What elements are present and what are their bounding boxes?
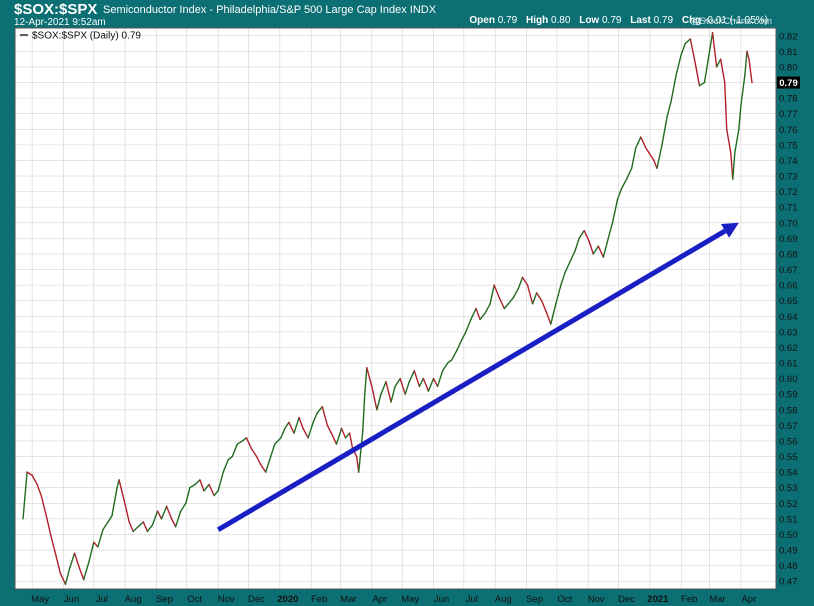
y-tick-label: 0.70 [779, 218, 798, 229]
legend: $SOX:$SPX (Daily) 0.79 [20, 31, 141, 42]
y-tick-label: 0.72 [779, 187, 798, 198]
current-value-label: 0.79 [779, 78, 798, 89]
y-tick-label: 0.61 [779, 359, 798, 370]
y-tick-label: 0.80 [779, 62, 798, 73]
y-tick-label: 0.74 [779, 156, 798, 167]
legend-label: $SOX:$SPX (Daily) 0.79 [32, 31, 141, 42]
y-tick-label: 0.55 [779, 452, 798, 463]
x-tick-label: Apr [741, 594, 756, 605]
y-tick-label: 0.77 [779, 109, 798, 120]
x-tick-label: Apr [372, 594, 387, 605]
y-tick-label: 0.53 [779, 483, 798, 494]
x-tick-label: 2020 [277, 594, 298, 605]
plot-area [15, 28, 776, 589]
y-tick-label: 0.60 [779, 374, 798, 385]
y-tick-label: 0.65 [779, 296, 798, 307]
x-tick-label: Jun [64, 594, 79, 605]
x-tick-label: Jul [466, 594, 478, 605]
price-ratio-chart: 0.47 0.48 0.49 0.50 0.51 0.52 0.53 0.54 0.55 0.56… [14, 16, 800, 605]
y-tick-label: 0.50 [779, 530, 798, 541]
x-tick-label: Dec [248, 594, 265, 605]
y-tick-label: 0.78 [779, 94, 798, 105]
y-tick-label: 0.58 [779, 405, 798, 416]
x-tick-label: May [31, 594, 49, 605]
x-tick-label: Mar [709, 594, 725, 605]
x-tick-label: Oct [557, 594, 572, 605]
x-tick-label: May [401, 594, 419, 605]
y-tick-label: 0.56 [779, 436, 798, 447]
x-tick-label: Oct [187, 594, 202, 605]
x-tick-label: Feb [311, 594, 327, 605]
x-tick-label: 2021 [647, 594, 669, 605]
x-tick-label: Nov [588, 594, 605, 605]
y-tick-label: 0.69 [779, 234, 798, 245]
y-tick-label: 0.51 [779, 514, 798, 525]
x-tick-label: Jul [96, 594, 108, 605]
y-tick-label: 0.71 [779, 203, 798, 214]
y-tick-label: 0.63 [779, 327, 798, 338]
y-tick-label: 0.54 [779, 468, 798, 479]
x-tick-label: Aug [125, 594, 142, 605]
y-tick-label: 0.73 [779, 172, 798, 183]
x-tick-label: Dec [618, 594, 635, 605]
y-tick-label: 0.47 [779, 577, 798, 588]
x-tick-label: Nov [218, 594, 235, 605]
x-tick-label: Sep [156, 594, 173, 605]
y-tick-label: 0.49 [779, 546, 798, 557]
chart-frame: $SOX:$SPX Semiconductor Index - Philadel… [0, 0, 814, 606]
y-tick-label: 0.75 [779, 140, 798, 151]
x-tick-label: Mar [340, 594, 356, 605]
x-tick-label: Feb [681, 594, 697, 605]
y-tick-label: 0.57 [779, 421, 798, 432]
watermark: @StockCharts.com [690, 16, 772, 27]
x-tick-label: Jun [434, 594, 449, 605]
y-tick-label: 0.62 [779, 343, 798, 354]
y-tick-label: 0.81 [779, 47, 798, 58]
y-tick-label: 0.48 [779, 561, 798, 572]
x-tick-label: Sep [526, 594, 543, 605]
y-tick-label: 0.59 [779, 390, 798, 401]
y-tick-label: 0.76 [779, 125, 798, 136]
y-tick-label: 0.64 [779, 312, 798, 323]
y-tick-label: 0.52 [779, 499, 798, 510]
y-tick-label: 0.67 [779, 265, 798, 276]
y-tick-label: 0.66 [779, 281, 798, 292]
y-tick-label: 0.82 [779, 31, 798, 42]
x-tick-label: Aug [495, 594, 512, 605]
y-tick-label: 0.68 [779, 249, 798, 260]
